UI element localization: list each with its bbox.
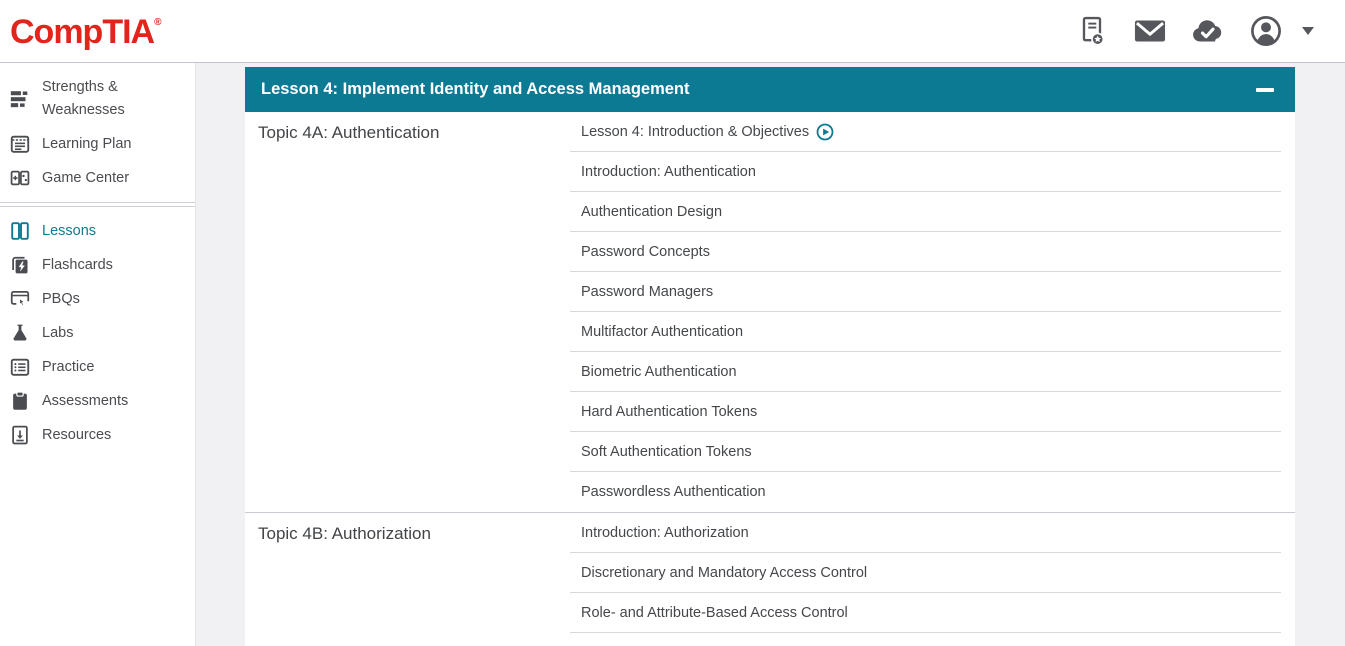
lesson-item-row[interactable]: Soft Authentication Tokens	[570, 432, 1281, 472]
lesson-item-label: Authentication Design	[570, 204, 722, 220]
lesson-item-row[interactable]: Password Concepts	[570, 232, 1281, 272]
lesson-panel: Lesson 4: Implement Identity and Access …	[245, 67, 1295, 646]
sidebar-item-resources[interactable]: Resources	[0, 418, 195, 452]
lesson-item-row[interactable]: Multifactor Authentication	[570, 312, 1281, 352]
pbqs-icon	[8, 287, 32, 311]
lesson-item-label: Password Concepts	[570, 244, 710, 260]
collapse-button[interactable]	[1255, 80, 1275, 100]
play-icon[interactable]	[816, 123, 834, 141]
learning-plan-icon	[8, 132, 32, 156]
resources-icon	[8, 423, 32, 447]
sidebar-item-label: Lessons	[42, 220, 96, 243]
lessons-icon	[8, 219, 32, 243]
sidebar-item-label: PBQs	[42, 288, 80, 311]
topic-item-list: Introduction: Authorization Discretionary…	[570, 513, 1295, 646]
topic-title: Topic 4B: Authorization	[245, 513, 570, 646]
lesson-title: Lesson 4: Implement Identity and Access …	[261, 80, 690, 99]
labs-icon	[8, 321, 32, 345]
sidebar-item-labs[interactable]: Labs	[0, 316, 195, 350]
caret-down-icon[interactable]	[1299, 14, 1317, 48]
sidebar-item-lessons[interactable]: Lessons	[0, 214, 195, 248]
sidebar-item-label: Practice	[42, 356, 94, 379]
lesson-item-label: Passwordless Authentication	[570, 484, 766, 500]
lesson-item-label: Biometric Authentication	[570, 364, 737, 380]
sidebar-item-practice[interactable]: Practice	[0, 350, 195, 384]
lesson-item-row[interactable]: Rule-Based Access Control	[570, 633, 1281, 646]
lesson-item-row[interactable]: Discretionary and Mandatory Access Contr…	[570, 553, 1281, 593]
app-window: CompTIA®	[0, 0, 1345, 646]
account-icon[interactable]	[1249, 14, 1283, 48]
page-body: Strengths & Weaknesses Learning Plan	[0, 63, 1345, 646]
cloud-sync-icon[interactable]	[1191, 14, 1225, 48]
lesson-item-row[interactable]: Biometric Authentication	[570, 352, 1281, 392]
topic-section: Topic 4A: AuthenticationLesson 4: Introd…	[245, 112, 1295, 512]
sidebar-item-pbqs[interactable]: PBQs	[0, 282, 195, 316]
topic-section: Topic 4B: AuthorizationIntroduction: Aut…	[245, 512, 1295, 646]
topic-title: Topic 4A: Authentication	[245, 112, 570, 512]
lesson-item-label: Introduction: Authorization	[570, 525, 749, 541]
sidebar-item-game-center[interactable]: Game Center	[0, 161, 195, 195]
lesson-item-label: Multifactor Authentication	[570, 324, 743, 340]
lesson-item-row[interactable]: Role- and Attribute-Based Access Control	[570, 593, 1281, 633]
sidebar-item-learning-plan[interactable]: Learning Plan	[0, 127, 195, 161]
sidebar-item-assessments[interactable]: Assessments	[0, 384, 195, 418]
mail-icon[interactable]	[1133, 14, 1167, 48]
sidebar-item-flashcards[interactable]: Flashcards	[0, 248, 195, 282]
sidebar-item-label: Learning Plan	[42, 133, 132, 156]
topics: Topic 4A: AuthenticationLesson 4: Introd…	[245, 112, 1295, 646]
sidebar-item-label: Resources	[42, 424, 111, 447]
topic-item-list: Lesson 4: Introduction & Objectives Intr…	[570, 112, 1295, 512]
logo-text: CompTIA	[10, 13, 154, 51]
sidebar-item-label: Flashcards	[42, 254, 113, 277]
lesson-item-row[interactable]: Lesson 4: Introduction & Objectives	[570, 112, 1281, 152]
lesson-item-row[interactable]: Password Managers	[570, 272, 1281, 312]
lesson-item-row[interactable]: Introduction: Authentication	[570, 152, 1281, 192]
strengths-weaknesses-icon	[8, 87, 32, 111]
sidebar: Strengths & Weaknesses Learning Plan	[0, 63, 196, 646]
game-center-icon	[8, 166, 32, 190]
lesson-item-row[interactable]: Introduction: Authorization	[570, 513, 1281, 553]
sidebar-item-label: Labs	[42, 322, 73, 345]
lesson-item-row[interactable]: Hard Authentication Tokens	[570, 392, 1281, 432]
lesson-item-label: Lesson 4: Introduction & Objectives	[570, 124, 809, 140]
flashcards-icon	[8, 253, 32, 277]
sidebar-item-label: Game Center	[42, 167, 129, 190]
lesson-item-label: Role- and Attribute-Based Access Control	[570, 605, 848, 621]
lesson-item-label: Introduction: Authentication	[570, 164, 756, 180]
lesson-item-label: Soft Authentication Tokens	[570, 444, 752, 460]
lesson-item-label: Hard Authentication Tokens	[570, 404, 757, 420]
sidebar-item-strengths-weaknesses[interactable]: Strengths & Weaknesses	[0, 71, 195, 127]
top-header: CompTIA®	[0, 0, 1345, 63]
topbar-icons	[1075, 14, 1317, 48]
sidebar-item-label: Assessments	[42, 390, 128, 413]
score-report-icon[interactable]	[1075, 14, 1109, 48]
lesson-item-label: Password Managers	[570, 284, 713, 300]
practice-icon	[8, 355, 32, 379]
sidebar-divider	[0, 202, 195, 207]
registered-mark: ®	[154, 17, 161, 28]
sidebar-item-label: Strengths & Weaknesses	[42, 76, 189, 122]
minus-icon	[1256, 88, 1274, 92]
lesson-item-row[interactable]: Authentication Design	[570, 192, 1281, 232]
lesson-accordion-header[interactable]: Lesson 4: Implement Identity and Access …	[245, 67, 1295, 112]
comptia-logo[interactable]: CompTIA®	[10, 13, 161, 49]
lesson-item-label: Discretionary and Mandatory Access Contr…	[570, 565, 867, 581]
assessments-icon	[8, 389, 32, 413]
lesson-item-row[interactable]: Passwordless Authentication	[570, 472, 1281, 512]
